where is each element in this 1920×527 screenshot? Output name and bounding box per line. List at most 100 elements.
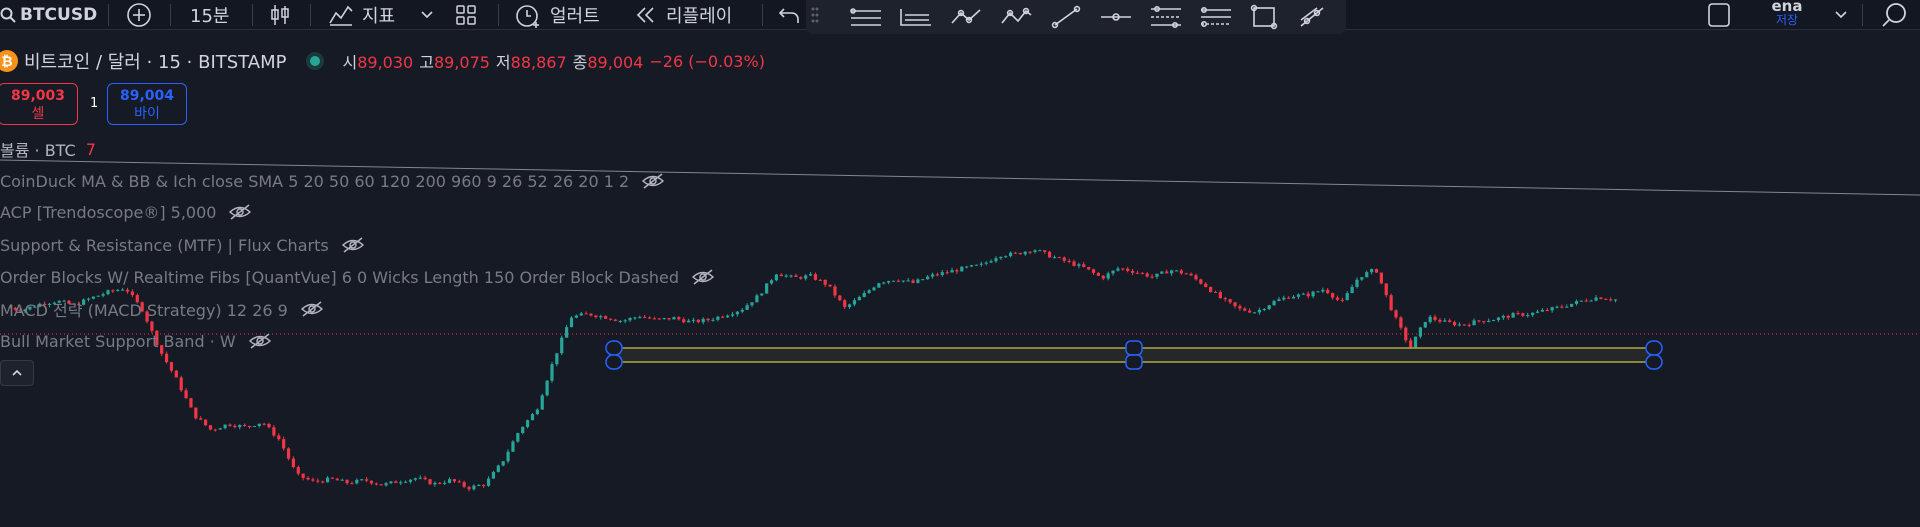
candle-body	[911, 280, 915, 283]
candle-body	[364, 479, 369, 481]
draw-tool-measure[interactable]	[1294, 4, 1330, 30]
candle-body	[989, 261, 993, 263]
rectangle-handle[interactable]	[605, 354, 623, 370]
hidden-eye-icon[interactable]	[248, 332, 272, 350]
market-status-dot[interactable]	[306, 52, 325, 70]
symbol-search[interactable]: BTCUSD	[0, 0, 97, 30]
quick-search-button[interactable]	[1880, 0, 1908, 30]
drawing-toolbar	[806, 0, 1346, 34]
indicators-button[interactable]: 지표	[328, 0, 395, 30]
candle-body	[1082, 264, 1086, 268]
collapse-legend-button[interactable]	[0, 360, 34, 386]
hidden-eye-icon[interactable]	[341, 236, 365, 254]
buy-price: 89,004	[119, 88, 175, 104]
alert-label: 얼러트	[550, 6, 600, 27]
indicator-label: Support & Resistance (MTF) | Flux Charts	[0, 235, 329, 255]
replay-button[interactable]: 리플레이	[634, 0, 732, 30]
candle-body	[613, 319, 618, 321]
draw-tool-template[interactable]	[848, 4, 884, 30]
hidden-eye-icon[interactable]	[691, 268, 715, 286]
candle-body	[584, 313, 588, 315]
candle-body	[979, 263, 983, 265]
indicators-dropdown[interactable]	[420, 0, 434, 30]
candle-body	[745, 305, 749, 310]
symbol-title[interactable]: 비트코인 / 달러 · 15 · BITSTAMP	[24, 48, 286, 74]
indicator-row[interactable]: CoinDuck MA & BB & Ich close SMA 5 20 50…	[0, 170, 665, 192]
candle-body	[1287, 297, 1291, 299]
rectangle-drawing[interactable]	[605, 340, 1663, 370]
draw-tool-path[interactable]	[948, 4, 984, 30]
draw-tool-zigzag[interactable]	[998, 4, 1034, 30]
candle-body	[1384, 283, 1388, 296]
indicator-row[interactable]: Bull Market Support Band · W	[0, 330, 272, 352]
candle-body	[399, 482, 403, 484]
ohlc-change: −26 (−0.03%)	[649, 51, 765, 71]
candle-body	[1345, 293, 1349, 300]
candle-body	[691, 319, 696, 321]
indicator-volume[interactable]: 볼륨 · BTC 7	[0, 138, 96, 161]
candle-body	[404, 481, 408, 483]
hidden-eye-icon[interactable]	[228, 203, 252, 221]
undo-button[interactable]	[778, 0, 800, 30]
candle-body	[1257, 309, 1262, 313]
candle-body	[1272, 301, 1276, 306]
ohlc-open: 시89,030	[342, 53, 414, 72]
order-quantity[interactable]: 1	[90, 96, 98, 111]
candle-body	[164, 353, 169, 363]
save-layout-button[interactable]: ena 저장	[1755, 0, 1819, 28]
rectangle-handle[interactable]	[1645, 354, 1663, 370]
candle-body	[657, 318, 661, 320]
draw-tool-fib-channel[interactable]	[1198, 4, 1234, 30]
candle-body	[1477, 320, 1481, 322]
candle-body	[1184, 273, 1188, 275]
candle-body	[1106, 273, 1110, 279]
candle-body	[789, 275, 793, 277]
candle-body	[428, 479, 432, 485]
chart-type-button[interactable]	[268, 0, 292, 30]
layouts-button[interactable]	[454, 0, 478, 30]
candle-body	[1282, 297, 1286, 300]
rectangle-handle[interactable]	[1125, 340, 1143, 356]
buy-button[interactable]: 89,004 바이	[107, 83, 187, 125]
candle-body	[1199, 279, 1203, 284]
candle-body	[247, 426, 252, 428]
candle-body	[1096, 272, 1101, 276]
candle-body	[823, 279, 827, 285]
indicator-row[interactable]: MACD 전략 (MACD Strategy) 12 26 9	[0, 298, 324, 320]
layout-menu-dropdown[interactable]	[1834, 0, 1848, 30]
draw-tool-trendline[interactable]	[1048, 4, 1084, 30]
rectangle-handle[interactable]	[1645, 340, 1663, 356]
indicator-row[interactable]: ACP [Trendoscope®] 5,000	[0, 201, 252, 223]
rectangle-handle[interactable]	[605, 340, 623, 356]
interval-button[interactable]: 15분	[190, 0, 229, 30]
candle-body	[1448, 320, 1452, 322]
indicator-row[interactable]: Order Blocks W/ Realtime Fibs [QuantVue]…	[0, 266, 715, 288]
candle-body	[804, 275, 808, 279]
horizontal-line-icon	[1101, 13, 1131, 21]
hidden-eye-icon[interactable]	[641, 172, 665, 190]
draw-tool-fib[interactable]	[1148, 4, 1184, 30]
candle-body	[1472, 320, 1476, 326]
indicator-row[interactable]: Support & Resistance (MTF) | Flux Charts	[0, 234, 365, 256]
top-toolbar: BTCUSD 15분 지표 얼러트 리플레이 ena 저장	[0, 0, 1920, 34]
candle-body	[291, 458, 296, 468]
hidden-eye-icon[interactable]	[300, 300, 324, 318]
candle-body	[457, 481, 461, 483]
alert-button[interactable]: 얼러트	[514, 0, 600, 30]
candle-body	[199, 418, 203, 420]
layout-name-box[interactable]	[1706, 0, 1732, 30]
rectangle-handle[interactable]	[1125, 354, 1143, 370]
draw-tool-horizontal-ray[interactable]	[1098, 4, 1134, 30]
candle-body	[1531, 312, 1535, 316]
draw-tool-trend-channel[interactable]	[898, 4, 934, 30]
draw-tool-rectangle[interactable]	[1246, 4, 1282, 30]
candle-body	[960, 266, 964, 272]
sell-button[interactable]: 89,003 셀	[0, 83, 78, 125]
candle-body	[750, 302, 754, 306]
candle-body	[1043, 250, 1047, 252]
indicators-icon	[329, 5, 353, 26]
compare-button[interactable]	[126, 0, 152, 30]
candle-body	[389, 481, 393, 484]
candle-body	[740, 309, 744, 312]
drag-handle[interactable]	[808, 4, 822, 30]
